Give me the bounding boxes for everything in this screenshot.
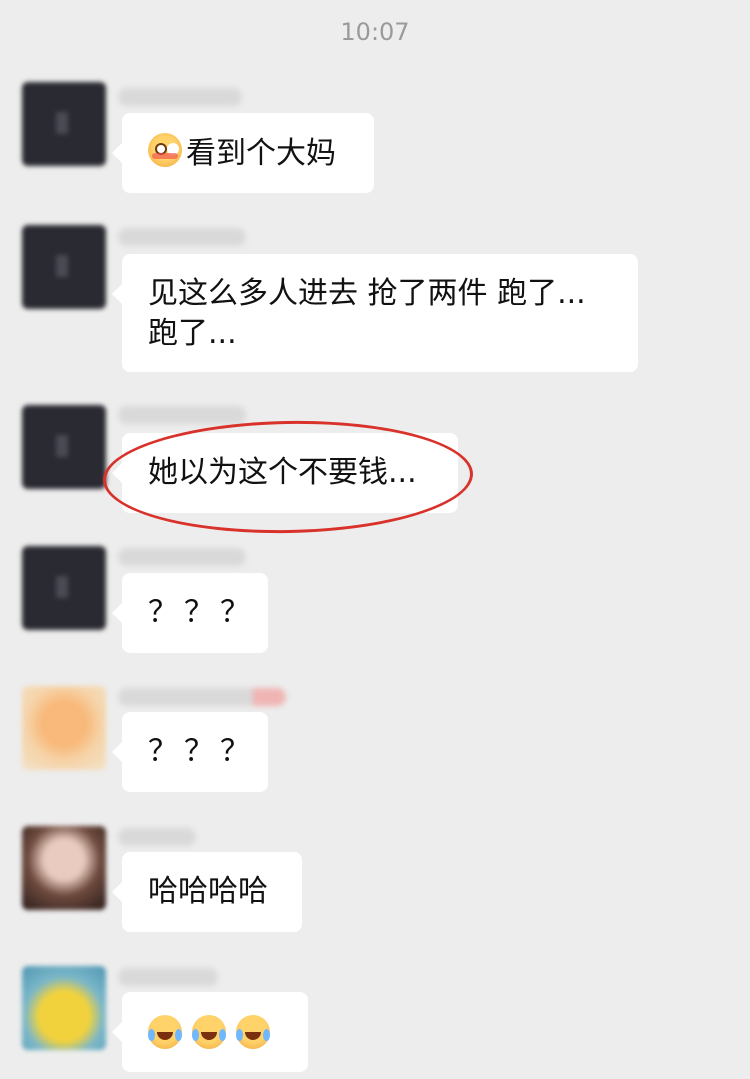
- message-bubble[interactable]: 见这么多人进去 抢了两件 跑了... 跑了...: [112, 254, 638, 372]
- sender-name-blurred: [118, 406, 246, 424]
- avatar[interactable]: [22, 686, 106, 770]
- message-bubble[interactable]: ？？？: [112, 573, 268, 653]
- sender-name-blurred: [118, 88, 242, 106]
- message-bubble[interactable]: ？？？: [112, 712, 268, 792]
- avatar[interactable]: [22, 405, 106, 489]
- avatar[interactable]: [22, 82, 106, 166]
- message-text: ？？？: [148, 734, 256, 769]
- message-bubble[interactable]: 哈哈哈哈: [112, 852, 302, 932]
- sender-name-blurred: [118, 968, 218, 986]
- message-text: ？？？: [148, 595, 256, 630]
- message-text: 哈哈哈哈: [148, 874, 268, 909]
- message-bubble[interactable]: [112, 992, 308, 1072]
- flushed-face-icon: [148, 133, 182, 167]
- tears-of-joy-icon: [148, 1015, 182, 1049]
- sender-name-blurred: [118, 688, 286, 706]
- avatar[interactable]: [22, 546, 106, 630]
- message-bubble[interactable]: 看到个大妈: [112, 113, 374, 193]
- message-text-line: 见这么多人进去 抢了两件 跑了...: [148, 276, 586, 311]
- message-text: 看到个大妈: [186, 136, 336, 171]
- tears-of-joy-icon: [236, 1015, 270, 1049]
- sender-name-blurred: [118, 828, 196, 846]
- tears-of-joy-icon: [192, 1015, 226, 1049]
- avatar[interactable]: [22, 225, 106, 309]
- chat-timestamp: 10:07: [340, 18, 410, 46]
- sender-name-blurred: [118, 548, 246, 566]
- avatar[interactable]: [22, 966, 106, 1050]
- sender-name-blurred: [118, 228, 246, 246]
- message-text-line: 跑了...: [148, 316, 237, 351]
- avatar[interactable]: [22, 826, 106, 910]
